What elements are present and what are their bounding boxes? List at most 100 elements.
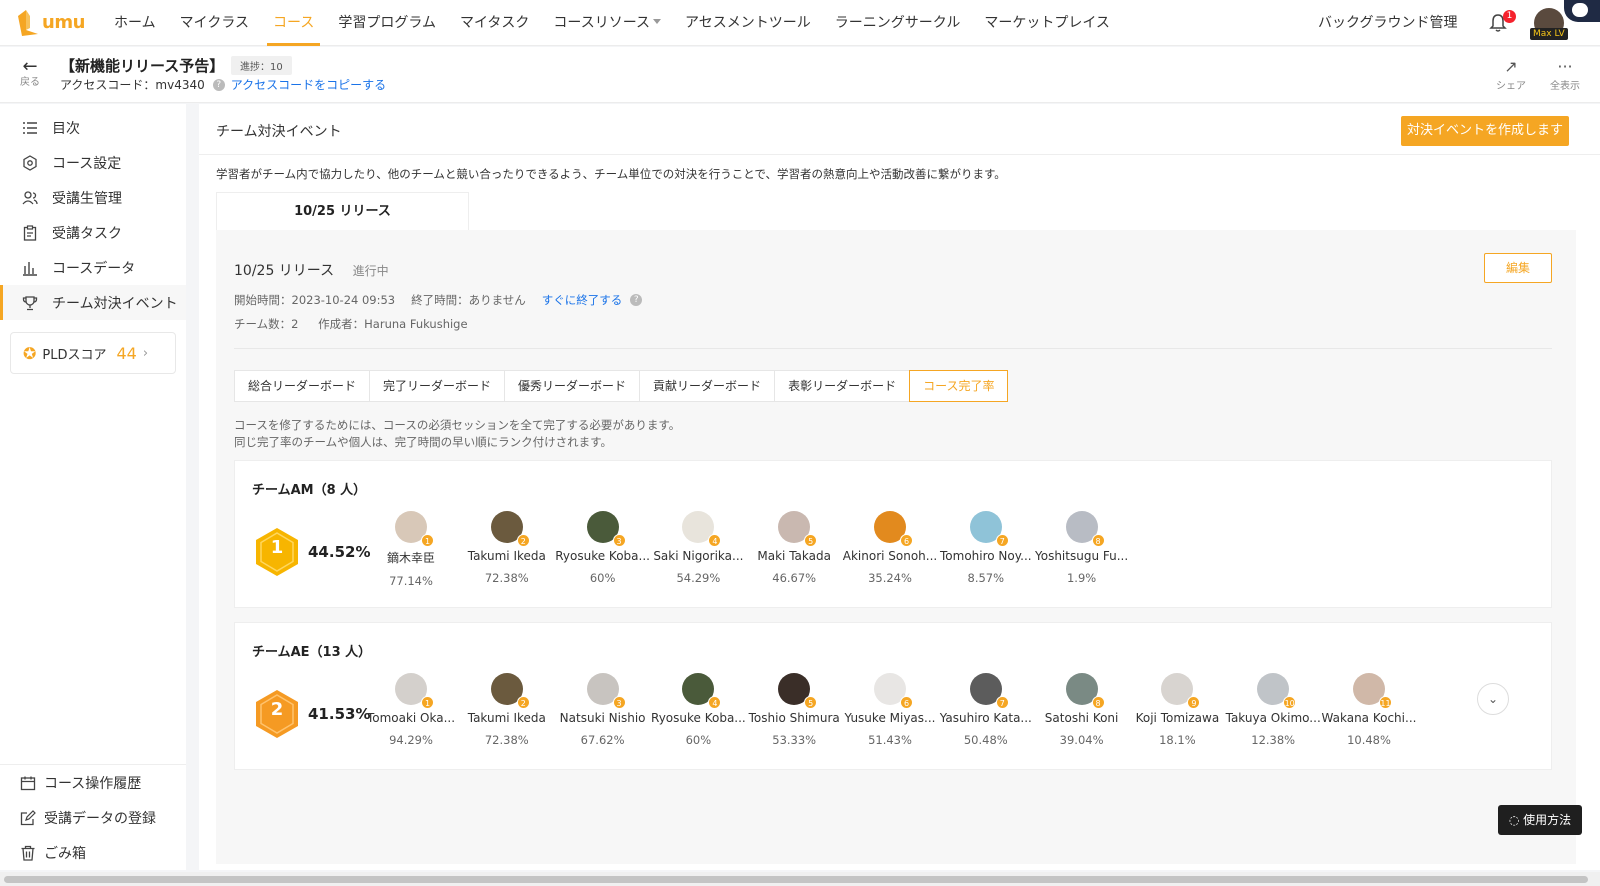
calendar-icon	[20, 775, 36, 791]
member-avatar: 1	[395, 511, 434, 547]
member-item[interactable]: 7 Tomohiro Noy... 8.57%	[938, 511, 1034, 585]
help-label: 使用方法	[1523, 813, 1572, 827]
share-button[interactable]: ↗ シェア	[1496, 57, 1526, 92]
creator: 作成者：Haruna Fukushige	[318, 317, 468, 331]
nav-course[interactable]: コース	[261, 0, 326, 46]
progress-tag: 進捗：10	[231, 56, 292, 75]
show-all-button[interactable]: ··· 全表示	[1550, 57, 1580, 92]
help-icon[interactable]: ?	[212, 78, 225, 91]
user-level-badge: Max LV	[1530, 28, 1568, 40]
member-name: Ryosuke Koba...	[651, 711, 746, 725]
tab-excellence-leaderboard[interactable]: 優秀リーダーボード	[504, 370, 641, 402]
sidebar-item-register-data[interactable]: 受講データの登録	[0, 800, 186, 835]
tab-completion-leaderboard[interactable]: 完了リーダーボード	[369, 370, 506, 402]
member-item[interactable]: 2 Takumi Ikeda 72.38%	[459, 673, 555, 747]
sidebar-item-students[interactable]: 受講生管理	[0, 180, 186, 215]
member-item[interactable]: 2 Takumi Ikeda 72.38%	[459, 511, 555, 585]
member-name: Koji Tomizawa	[1135, 711, 1220, 725]
chatbot-icon[interactable]	[1564, 0, 1600, 22]
create-battle-event-button[interactable]: 対決イベントを作成します	[1401, 116, 1569, 146]
nav-course-resources[interactable]: コースリソース	[541, 0, 673, 46]
expand-button[interactable]: ⌄	[1477, 683, 1509, 715]
member-item[interactable]: 9 Koji Tomizawa 18.1%	[1129, 673, 1225, 747]
help-how-to-use-button[interactable]: ◌ 使用方法	[1498, 805, 1582, 835]
member-item[interactable]: 6 Akinori Sonoh... 35.24%	[842, 511, 938, 585]
horizontal-scrollbar[interactable]	[0, 872, 1600, 886]
divider	[234, 348, 1552, 349]
member-completion-rate: 60%	[589, 571, 616, 585]
sidebar-item-trash[interactable]: ごみ箱	[0, 835, 186, 870]
nav-home[interactable]: ホーム	[102, 0, 168, 46]
team-card: チームAM（8 人） 1 44.52% 1 鏑木幸臣 77.14% 2 Takumi I…	[234, 460, 1552, 608]
member-rank-badge: 5	[804, 696, 818, 709]
release-team-meta: チーム数：2 作成者：Haruna Fukushige	[234, 316, 468, 332]
release-time-meta: 開始時間：2023-10-24 09:53 終了時間：ありません すぐに終了する…	[234, 292, 648, 308]
member-completion-rate: 50.48%	[963, 733, 1008, 747]
member-completion-rate: 10.48%	[1347, 733, 1391, 747]
sidebar-item-tasks[interactable]: 受講タスク	[0, 215, 186, 250]
member-item[interactable]: 5 Toshio Shimura 53.33%	[746, 673, 842, 747]
member-avatar: 4	[682, 511, 722, 547]
team-completion-rate: 44.52%	[308, 543, 371, 561]
sidebar-item-team-battle[interactable]: チーム対決イベント	[0, 285, 186, 320]
tab-overall-leaderboard[interactable]: 総合リーダーボード	[234, 370, 371, 402]
end-time: 終了時間：ありません	[411, 293, 526, 307]
background-management-link[interactable]: バックグラウンド管理	[1318, 0, 1457, 46]
tab-release[interactable]: 10/25 リリース	[216, 192, 469, 230]
member-item[interactable]: 4 Saki Nigorika... 54.29%	[650, 511, 746, 585]
end-now-link[interactable]: すぐに終了する	[542, 292, 623, 308]
copy-access-code-link[interactable]: アクセスコードをコピーする	[231, 76, 386, 93]
member-avatar: 3	[586, 511, 626, 547]
tab-contribution-leaderboard[interactable]: 貢献リーダーボード	[639, 370, 776, 402]
member-avatar: 6	[874, 511, 913, 547]
back-button[interactable]: ← 戻る	[18, 57, 42, 89]
member-item[interactable]: 8 Satoshi Koni 39.04%	[1034, 673, 1130, 747]
member-rank-badge: 2	[516, 534, 530, 547]
tab-course-completion-rate[interactable]: コース完了率	[909, 370, 1009, 402]
nav-my-task[interactable]: マイタスク	[448, 0, 541, 46]
member-name: Natsuki Nishio	[559, 711, 646, 725]
member-name: Takuya Okimo...	[1225, 711, 1321, 725]
help-icon[interactable]: ?	[630, 294, 643, 306]
member-item[interactable]: 1 鏑木幸臣 77.14%	[363, 511, 459, 588]
sidebar-item-label: 目次	[52, 120, 80, 137]
member-rank-badge: 8	[1091, 696, 1105, 709]
edit-button[interactable]: 編集	[1484, 253, 1552, 283]
access-code-line: アクセスコード：mv4340 ? アクセスコードをコピーする	[60, 76, 386, 93]
pld-score-card[interactable]: ✪ PLDスコア 44 ›	[10, 332, 176, 374]
sidebar-item-operation-history[interactable]: コース操作履歴	[0, 765, 186, 800]
chevron-right-icon: ›	[142, 345, 149, 361]
member-item[interactable]: 5 Maki Takada 46.67%	[746, 511, 842, 585]
sidebar-item-contents[interactable]: 目次	[0, 110, 186, 145]
pld-label: PLDスコア	[42, 347, 107, 363]
nav-assessment-tool[interactable]: アセスメントツール	[673, 0, 823, 46]
nav-learning-circle[interactable]: ラーニングサークル	[823, 0, 973, 46]
member-item[interactable]: 3 Natsuki Nishio 67.62%	[555, 673, 651, 747]
member-item[interactable]: 1 Tomoaki Oka... 94.29%	[363, 673, 459, 747]
scrollbar-thumb[interactable]	[4, 876, 1588, 883]
member-item[interactable]: 7 Yasuhiro Kata... 50.48%	[938, 673, 1034, 747]
member-item[interactable]: 8 Yoshitsugu Fu... 1.9%	[1034, 511, 1130, 585]
member-item[interactable]: 11 Wakana Kochi... 10.48%	[1321, 673, 1417, 747]
sidebar-item-label: コースデータ	[52, 260, 136, 277]
member-item[interactable]: 6 Yusuke Miyas... 51.43%	[842, 673, 938, 747]
trophy-icon	[22, 295, 38, 311]
member-item[interactable]: 4 Ryosuke Koba... 60%	[650, 673, 746, 747]
sidebar-item-course-settings[interactable]: コース設定	[0, 145, 186, 180]
member-item[interactable]: 10 Takuya Okimo... 12.38%	[1225, 673, 1321, 747]
nav-learning-program[interactable]: 学習プログラム	[326, 0, 448, 46]
member-rank-badge: 5	[804, 534, 818, 547]
sidebar-item-course-data[interactable]: コースデータ	[0, 250, 186, 285]
tab-award-leaderboard[interactable]: 表彰リーダーボード	[774, 370, 911, 402]
release-status: 進行中	[352, 264, 389, 278]
member-item[interactable]: 3 Ryosuke Koba... 60%	[555, 511, 651, 585]
top-navigation: umu ホーム マイクラス コース 学習プログラム マイタスク コースリソース …	[0, 0, 1600, 46]
nav-my-class[interactable]: マイクラス	[168, 0, 261, 46]
member-completion-rate: 35.24%	[868, 571, 912, 585]
member-completion-rate: 72.38%	[484, 571, 529, 585]
nav-marketplace[interactable]: マーケットプレイス	[972, 0, 1122, 46]
umu-logo[interactable]: umu	[16, 8, 86, 38]
nav-course-resources-label: コースリソース	[553, 14, 651, 31]
arrow-left-icon: ←	[22, 56, 38, 77]
member-completion-rate: 53.33%	[772, 733, 817, 747]
